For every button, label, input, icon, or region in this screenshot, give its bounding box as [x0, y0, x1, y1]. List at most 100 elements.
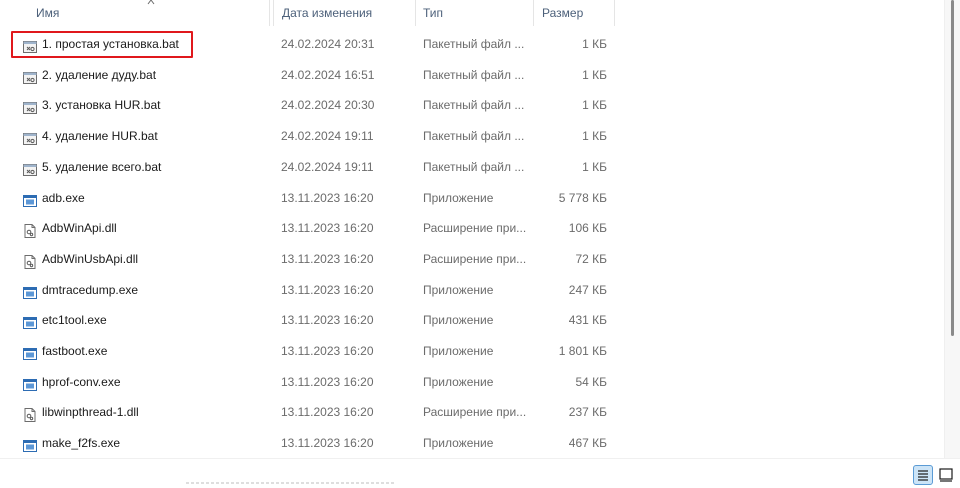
- details-view-button[interactable]: [913, 465, 933, 485]
- file-name: hprof-conv.exe: [42, 375, 121, 389]
- scrollbar-thumb[interactable]: [951, 0, 954, 336]
- file-size: 1 КБ: [582, 98, 607, 112]
- file-date: 24.02.2024 19:11: [281, 160, 374, 174]
- file-name-cell[interactable]: fastboot.exe: [22, 336, 267, 366]
- dll-file-icon: [22, 251, 38, 269]
- application-icon: [22, 312, 38, 329]
- file-row[interactable]: dmtracedump.exe 13.11.2023 16:20 Приложени…: [0, 275, 616, 305]
- file-name: AdbWinApi.dll: [42, 221, 117, 235]
- file-name: etc1tool.exe: [42, 313, 107, 327]
- file-name-cell[interactable]: 3. установка HUR.bat: [22, 90, 267, 120]
- vertical-scrollbar[interactable]: [944, 0, 960, 458]
- column-header-size[interactable]: Размер: [534, 0, 615, 26]
- batch-file-icon: [22, 67, 38, 84]
- file-date: 13.11.2023 16:20: [281, 313, 374, 327]
- file-date: 13.11.2023 16:20: [281, 283, 374, 297]
- file-row[interactable]: AdbWinUsbApi.dll 13.11.2023 16:20 Расширен…: [0, 244, 616, 274]
- file-name-cell[interactable]: dmtracedump.exe: [22, 275, 267, 305]
- status-bar: [0, 458, 960, 488]
- file-date: 13.11.2023 16:20: [281, 405, 374, 419]
- file-row[interactable]: 3. установка HUR.bat 24.02.2024 20:30 Паке…: [0, 90, 616, 120]
- dll-file-icon: [22, 404, 38, 422]
- file-size: 431 КБ: [568, 313, 607, 327]
- file-date: 13.11.2023 16:20: [281, 436, 374, 450]
- file-name-cell[interactable]: 2. удаление дуду.bat: [22, 60, 267, 90]
- file-name-cell[interactable]: make_f2fs.exe: [22, 428, 267, 458]
- file-type: Пакетный файл ...: [423, 98, 525, 112]
- file-name-cell[interactable]: AdbWinApi.dll: [22, 213, 267, 243]
- column-header-size-label: Размер: [542, 6, 584, 20]
- batch-file-icon: [22, 128, 38, 145]
- file-row[interactable]: make_f2fs.exe 13.11.2023 16:20 Приложение 4…: [0, 428, 616, 458]
- file-type: Приложение: [423, 191, 494, 205]
- file-date: 13.11.2023 16:20: [281, 191, 374, 205]
- file-date: 24.02.2024 16:51: [281, 68, 375, 82]
- file-date: 24.02.2024 20:30: [281, 98, 375, 112]
- file-size: 72 КБ: [575, 252, 607, 266]
- file-size: 1 КБ: [582, 160, 607, 174]
- file-type: Приложение: [423, 375, 494, 389]
- column-header-name-label: Имя: [36, 6, 60, 20]
- file-row[interactable]: 2. удаление дуду.bat 24.02.2024 16:51 Паке…: [0, 60, 616, 90]
- file-name-cell[interactable]: AdbWinUsbApi.dll: [22, 244, 267, 274]
- file-type: Расширение при...: [423, 252, 527, 266]
- file-row[interactable]: fastboot.exe 13.11.2023 16:20 Приложение 1 …: [0, 336, 616, 366]
- sort-ascending-icon: [147, 0, 155, 5]
- file-size: 247 КБ: [568, 283, 607, 297]
- status-bar-divider: [186, 482, 396, 484]
- file-row[interactable]: hprof-conv.exe 13.11.2023 16:20 Приложение…: [0, 367, 616, 397]
- batch-file-icon: [22, 159, 38, 176]
- column-header-bar: Имя Дата изменения Тип Размер: [0, 0, 616, 26]
- file-date: 13.11.2023 16:20: [281, 375, 374, 389]
- column-header-name[interactable]: Имя: [0, 0, 270, 26]
- file-type: Пакетный файл ...: [423, 129, 525, 143]
- application-icon: [22, 190, 38, 207]
- file-date: 13.11.2023 16:20: [281, 344, 374, 358]
- file-size: 106 КБ: [568, 221, 607, 235]
- file-name: 2. удаление дуду.bat: [42, 68, 157, 82]
- column-header-date-label: Дата изменения: [282, 6, 373, 20]
- file-date: 13.11.2023 16:20: [281, 252, 374, 266]
- large-icons-view-button[interactable]: [936, 465, 956, 485]
- file-size: 1 КБ: [582, 68, 607, 82]
- file-name: adb.exe: [42, 191, 85, 205]
- file-type: Пакетный файл ...: [423, 68, 525, 82]
- batch-file-icon: [22, 97, 38, 114]
- application-icon: [22, 374, 38, 391]
- file-row[interactable]: 4. удаление HUR.bat 24.02.2024 19:11 Пакет…: [0, 121, 616, 151]
- file-name-cell[interactable]: libwinpthread-1.dll: [22, 397, 267, 427]
- file-row[interactable]: etc1tool.exe 13.11.2023 16:20 Приложение 43…: [0, 305, 616, 335]
- file-type: Пакетный файл ...: [423, 160, 525, 174]
- column-header-type[interactable]: Тип: [416, 0, 534, 26]
- highlight-annotation: [11, 31, 193, 58]
- file-type: Приложение: [423, 313, 494, 327]
- file-row[interactable]: adb.exe 13.11.2023 16:20 Приложение 5 778 К…: [0, 183, 616, 213]
- file-name: libwinpthread-1.dll: [42, 405, 139, 419]
- file-name-cell[interactable]: 4. удаление HUR.bat: [22, 121, 267, 151]
- file-type: Расширение при...: [423, 221, 527, 235]
- details-view-icon: [918, 470, 928, 481]
- dll-file-icon: [22, 220, 38, 238]
- file-name: dmtracedump.exe: [42, 283, 139, 297]
- column-header-date[interactable]: Дата изменения: [273, 0, 416, 26]
- file-name-cell[interactable]: adb.exe: [22, 183, 267, 213]
- file-row[interactable]: 5. удаление всего.bat 24.02.2024 19:11 Пак…: [0, 152, 616, 182]
- file-name: 4. удаление HUR.bat: [42, 129, 158, 143]
- file-row[interactable]: AdbWinApi.dll 13.11.2023 16:20 Расширение …: [0, 213, 616, 243]
- application-icon: [22, 435, 38, 452]
- file-name-cell[interactable]: 5. удаление всего.bat: [22, 152, 267, 182]
- file-size: 1 801 КБ: [558, 344, 607, 358]
- file-name-cell[interactable]: hprof-conv.exe: [22, 367, 267, 397]
- file-row[interactable]: libwinpthread-1.dll 13.11.2023 16:20 Расши…: [0, 397, 616, 427]
- column-header-type-label: Тип: [423, 6, 444, 20]
- file-size: 5 778 КБ: [558, 191, 607, 205]
- file-type: Приложение: [423, 344, 494, 358]
- file-name: 5. удаление всего.bat: [42, 160, 162, 174]
- file-size: 237 КБ: [568, 405, 607, 419]
- file-size: 54 КБ: [575, 375, 607, 389]
- application-icon: [22, 282, 38, 299]
- file-name-cell[interactable]: etc1tool.exe: [22, 305, 267, 335]
- file-name: AdbWinUsbApi.dll: [42, 252, 139, 266]
- file-date: 24.02.2024 20:31: [281, 37, 375, 51]
- file-size: 1 КБ: [582, 129, 607, 143]
